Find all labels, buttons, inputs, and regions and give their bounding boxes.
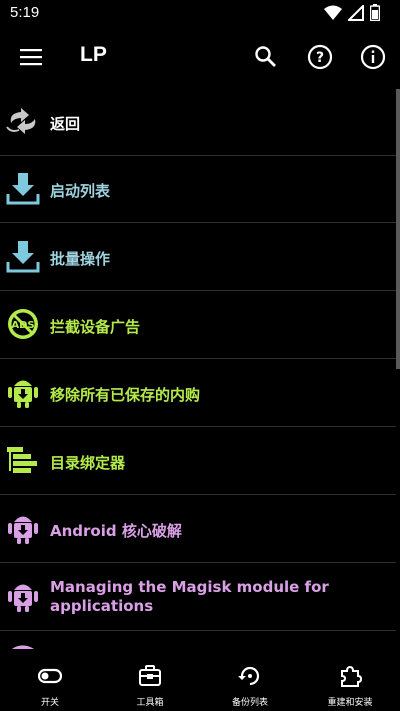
nav-item-backup-list[interactable]: 备份列表 — [200, 650, 300, 711]
wifi-icon — [324, 5, 342, 20]
list-item-label: 移除所有已保存的内购 — [50, 386, 201, 404]
android-download-icon — [8, 584, 38, 612]
nav-label: 开关 — [40, 698, 59, 708]
puzzle-icon — [341, 665, 362, 687]
bottom-nav: 开关 工具箱 备份列表 重建和安装 — [0, 650, 400, 711]
status-time: 5:19 — [10, 4, 40, 21]
menu-icon[interactable] — [20, 48, 42, 66]
list-item-label: 拦截设备广告 — [50, 318, 141, 336]
help-icon[interactable]: ? — [307, 44, 333, 70]
app-title: LP — [80, 43, 107, 66]
toggle-icon — [38, 668, 62, 684]
svg-text:?: ? — [316, 50, 324, 66]
list-item-label: 目录绑定器 — [50, 454, 126, 472]
list-item-batch-ops[interactable]: 批量操作 — [0, 224, 396, 291]
list-item-directory-binder[interactable]: 目录绑定器 — [0, 428, 396, 495]
nav-label: 备份列表 — [231, 698, 268, 708]
refresh-arrow-icon — [11, 645, 34, 649]
signal-icon — [348, 4, 364, 21]
status-bar: 5:19 — [0, 0, 400, 28]
list-item-label: 启动列表 — [50, 182, 111, 200]
app-bar: LP ? — [0, 28, 400, 88]
nav-label: 重建和安装 — [327, 698, 373, 708]
list-item-launch-list[interactable]: 启动列表 — [0, 156, 396, 223]
toolbox-icon — [139, 665, 161, 686]
download-icon — [6, 173, 40, 205]
list-item-back[interactable]: 返回 — [0, 89, 396, 156]
list-item-remove-purchases[interactable]: 移除所有已保存的内购 — [0, 360, 396, 427]
scrollbar[interactable] — [396, 89, 400, 369]
folder-tree-icon — [7, 447, 37, 473]
info-icon[interactable] — [360, 44, 386, 70]
status-icons — [324, 4, 380, 21]
no-ads-icon: ADS — [8, 309, 38, 339]
android-download-icon — [8, 380, 38, 408]
list-item-label: Managing the Magisk module for applicati… — [50, 578, 329, 615]
list-item-label: 批量操作 — [50, 250, 111, 268]
list-item-label: 返回 — [50, 115, 81, 133]
nav-item-toolbox[interactable]: 工具箱 — [100, 650, 200, 711]
nav-label: 工具箱 — [136, 698, 164, 708]
back-arrows-icon — [6, 108, 36, 134]
list-item-label: Android 核心破解 — [50, 522, 182, 540]
menu-list: 返回 启动列表 批量操作 ADS 拦截设备广告 — [0, 89, 396, 649]
search-icon[interactable] — [253, 44, 279, 70]
list-item-partial[interactable] — [0, 632, 396, 649]
download-icon — [6, 241, 40, 273]
list-item-magisk-module[interactable]: Managing the Magisk module for applicati… — [0, 564, 396, 631]
nav-item-rebuild-install[interactable]: 重建和安装 — [300, 650, 400, 711]
backup-restore-icon — [238, 666, 260, 686]
android-download-icon — [8, 516, 38, 544]
battery-icon — [370, 4, 380, 21]
list-item-block-ads[interactable]: ADS 拦截设备广告 — [0, 292, 396, 359]
nav-item-switch[interactable]: 开关 — [0, 650, 100, 711]
list-item-core-patch[interactable]: Android 核心破解 — [0, 496, 396, 563]
